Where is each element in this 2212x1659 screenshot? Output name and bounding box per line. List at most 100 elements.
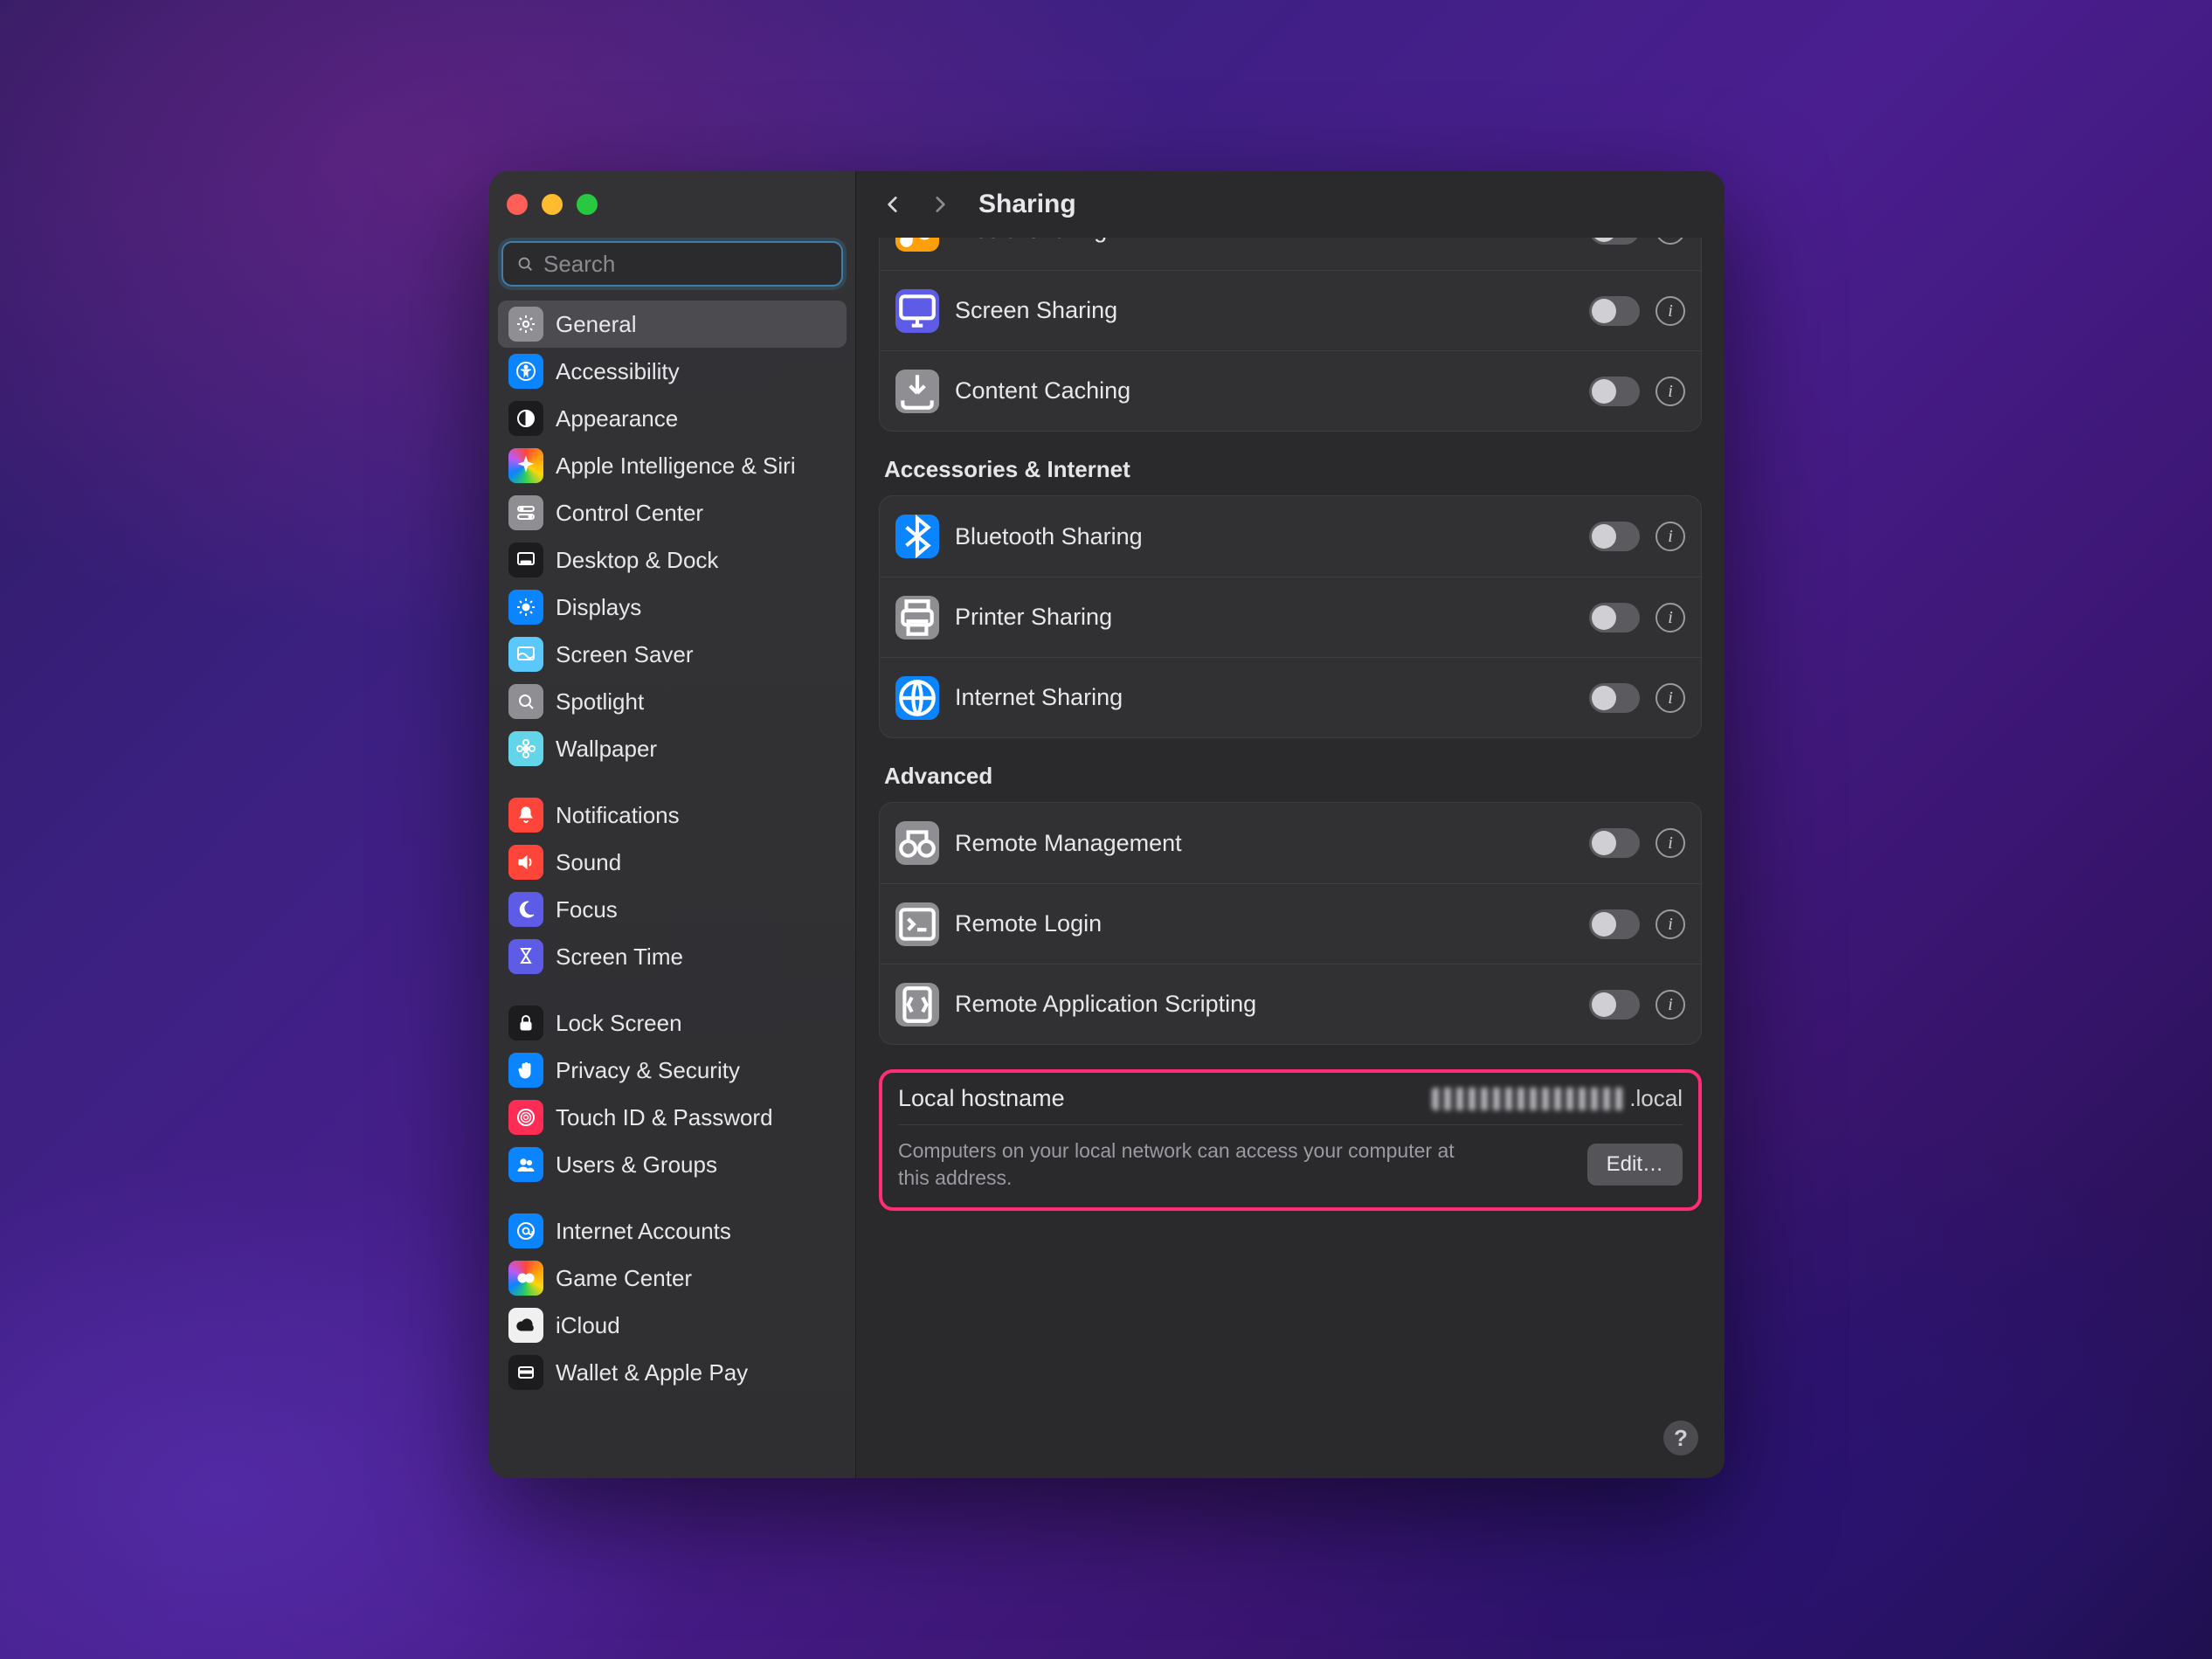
sidebar-item-general[interactable]: General bbox=[498, 301, 847, 348]
row-screen-sharing[interactable]: Screen Sharing i bbox=[880, 270, 1701, 350]
help-button[interactable]: ? bbox=[1663, 1421, 1698, 1455]
sidebar-item-label: Game Center bbox=[556, 1265, 692, 1292]
sidebar-item-wallpaper[interactable]: Wallpaper bbox=[498, 725, 847, 772]
row-media-sharing[interactable]: Media Sharing i bbox=[880, 238, 1701, 270]
info-button[interactable]: i bbox=[1656, 603, 1685, 632]
lock-icon bbox=[515, 1013, 536, 1033]
sidebar-item-displays[interactable]: Displays bbox=[498, 584, 847, 631]
info-button[interactable]: i bbox=[1656, 990, 1685, 1020]
row-label: Printer Sharing bbox=[955, 604, 1573, 631]
toggle-printer-sharing[interactable] bbox=[1589, 603, 1640, 632]
sidebar-item-focus[interactable]: Focus bbox=[498, 886, 847, 933]
sidebar-item-control-center[interactable]: Control Center bbox=[498, 489, 847, 536]
sidebar-item-game-center[interactable]: Game Center bbox=[498, 1255, 847, 1302]
switches-icon-badge bbox=[508, 495, 543, 530]
toggle-screen-sharing[interactable] bbox=[1589, 296, 1640, 326]
info-button[interactable]: i bbox=[1656, 909, 1685, 939]
row-remote-scripting[interactable]: Remote Application Scripting i bbox=[880, 964, 1701, 1044]
sidebar-item-privacy-security[interactable]: Privacy & Security bbox=[498, 1047, 847, 1094]
sidebar-item-icloud[interactable]: iCloud bbox=[498, 1302, 847, 1349]
toggle-bluetooth-sharing[interactable] bbox=[1589, 522, 1640, 551]
printer-icon bbox=[895, 596, 939, 639]
bluetooth-icon-badge bbox=[895, 515, 939, 558]
accessibility-icon-badge bbox=[508, 354, 543, 389]
row-label: Remote Application Scripting bbox=[955, 991, 1573, 1018]
toggle-media-sharing[interactable] bbox=[1589, 238, 1640, 245]
info-button[interactable]: i bbox=[1656, 522, 1685, 551]
toggle-remote-scripting[interactable] bbox=[1589, 990, 1640, 1020]
row-internet-sharing[interactable]: Internet Sharing i bbox=[880, 657, 1701, 737]
content-scroll[interactable]: Media Sharing i Screen Sharing i Content… bbox=[856, 238, 1725, 1478]
back-button[interactable] bbox=[879, 190, 907, 218]
sparkle-icon-badge bbox=[508, 448, 543, 483]
toggle-remote-management[interactable] bbox=[1589, 828, 1640, 858]
main-pane: Sharing Media Sharing i Screen Sharing i… bbox=[856, 171, 1725, 1478]
sidebar-item-label: Screen Time bbox=[556, 944, 683, 971]
close-button[interactable] bbox=[507, 194, 528, 215]
toggle-remote-login[interactable] bbox=[1589, 909, 1640, 939]
row-label: Remote Management bbox=[955, 830, 1573, 857]
sidebar-item-label: Lock Screen bbox=[556, 1010, 682, 1037]
sun-icon bbox=[515, 597, 536, 618]
search-field[interactable] bbox=[501, 241, 843, 287]
sidebar-item-label: Appearance bbox=[556, 405, 678, 432]
page-title: Sharing bbox=[978, 190, 1076, 219]
printer-icon-badge bbox=[895, 596, 939, 639]
bell-icon-badge bbox=[508, 798, 543, 833]
display-icon-badge bbox=[895, 289, 939, 333]
music-icon-badge bbox=[895, 238, 939, 252]
moon-icon bbox=[515, 899, 536, 920]
forward-button[interactable] bbox=[926, 190, 954, 218]
row-remote-login[interactable]: Remote Login i bbox=[880, 883, 1701, 964]
info-button[interactable]: i bbox=[1656, 238, 1685, 245]
settings-card: Remote Management i Remote Login i Remot… bbox=[879, 802, 1702, 1045]
sidebar-item-touch-id[interactable]: Touch ID & Password bbox=[498, 1094, 847, 1141]
edit-hostname-button[interactable]: Edit… bbox=[1587, 1144, 1683, 1185]
info-button[interactable]: i bbox=[1656, 683, 1685, 713]
info-button[interactable]: i bbox=[1656, 296, 1685, 326]
script-icon bbox=[895, 983, 939, 1027]
toggle-content-caching[interactable] bbox=[1589, 377, 1640, 406]
sidebar-item-wallet[interactable]: Wallet & Apple Pay bbox=[498, 1349, 847, 1396]
sidebar-item-label: Control Center bbox=[556, 500, 703, 527]
sidebar: General Accessibility Appearance Apple I… bbox=[489, 171, 856, 1478]
sidebar-item-screen-time[interactable]: Screen Time bbox=[498, 933, 847, 980]
flower-icon-badge bbox=[508, 731, 543, 766]
sidebar-item-users-groups[interactable]: Users & Groups bbox=[498, 1141, 847, 1188]
bluetooth-icon bbox=[895, 515, 939, 558]
sidebar-item-label: General bbox=[556, 311, 637, 338]
row-bluetooth-sharing[interactable]: Bluetooth Sharing i bbox=[880, 496, 1701, 577]
sidebar-item-label: Privacy & Security bbox=[556, 1057, 740, 1084]
row-content-caching[interactable]: Content Caching i bbox=[880, 350, 1701, 431]
row-remote-management[interactable]: Remote Management i bbox=[880, 803, 1701, 883]
info-button[interactable]: i bbox=[1656, 828, 1685, 858]
sidebar-item-desktop-dock[interactable]: Desktop & Dock bbox=[498, 536, 847, 584]
minimize-button[interactable] bbox=[542, 194, 563, 215]
sidebar-item-spotlight[interactable]: Spotlight bbox=[498, 678, 847, 725]
maximize-button[interactable] bbox=[577, 194, 598, 215]
users-icon bbox=[515, 1154, 536, 1175]
local-hostname-card: Local hostname .local Computers on your … bbox=[879, 1069, 1702, 1211]
sidebar-item-appearance[interactable]: Appearance bbox=[498, 395, 847, 442]
row-printer-sharing[interactable]: Printer Sharing i bbox=[880, 577, 1701, 657]
toggle-internet-sharing[interactable] bbox=[1589, 683, 1640, 713]
terminal-icon bbox=[895, 902, 939, 946]
sidebar-item-screen-saver[interactable]: Screen Saver bbox=[498, 631, 847, 678]
sidebar-item-apple-intelligence[interactable]: Apple Intelligence & Siri bbox=[498, 442, 847, 489]
search-input[interactable] bbox=[543, 251, 836, 278]
section-title: Accessories & Internet bbox=[884, 456, 1697, 483]
sidebar-item-label: Wallpaper bbox=[556, 736, 657, 763]
accessibility-icon bbox=[515, 361, 536, 382]
sidebar-item-sound[interactable]: Sound bbox=[498, 839, 847, 886]
settings-card: Media Sharing i Screen Sharing i Content… bbox=[879, 238, 1702, 432]
sidebar-item-accessibility[interactable]: Accessibility bbox=[498, 348, 847, 395]
at-icon bbox=[515, 1220, 536, 1241]
cloud-icon-badge bbox=[508, 1308, 543, 1343]
sidebar-item-lock-screen[interactable]: Lock Screen bbox=[498, 999, 847, 1047]
info-button[interactable]: i bbox=[1656, 377, 1685, 406]
hourglass-icon-badge bbox=[508, 939, 543, 974]
sidebar-item-internet-accounts[interactable]: Internet Accounts bbox=[498, 1207, 847, 1255]
row-label: Content Caching bbox=[955, 377, 1573, 404]
sidebar-item-notifications[interactable]: Notifications bbox=[498, 791, 847, 839]
sidebar-item-label: Wallet & Apple Pay bbox=[556, 1359, 748, 1386]
